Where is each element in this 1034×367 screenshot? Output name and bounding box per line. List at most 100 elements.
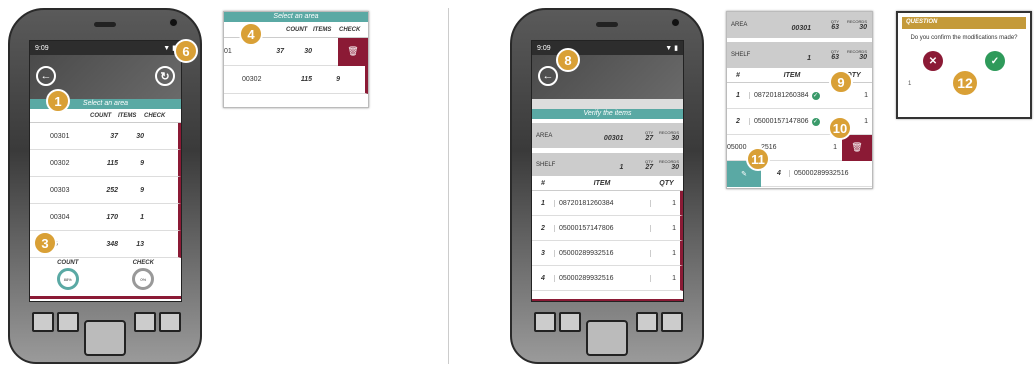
gauge-count-label: COUNT [57,260,79,266]
item-qty: 1 [650,249,680,257]
softkey[interactable] [57,312,79,332]
count-value: 170 [106,213,118,221]
items-value: 1 [140,213,144,221]
screen-title: Verify the items [532,109,683,119]
area-code: 01 [224,48,232,55]
area-value: 00301 [791,24,811,32]
softkey[interactable] [159,312,181,332]
bottom-bar [532,299,683,301]
step-badge-9: 9 [829,70,853,94]
item-number: 1 [541,199,545,207]
area-label: AREA [731,22,748,28]
shelf-records: 30 [859,54,867,61]
area-value: 00301 [603,135,624,142]
count-value: 348 [106,240,118,248]
area-summary: AREA 00301 QTY 27 RECORDS 30 [532,123,683,149]
gauge-check-label: CHECK [132,260,154,266]
trash-icon: 🗑 [851,142,863,152]
spacer [532,99,683,109]
item-number: 2 [736,118,740,125]
gauge-count-value: 88% [63,276,72,282]
left-keys [32,312,79,332]
home-key[interactable] [586,320,628,356]
right-keys [636,312,683,332]
count-value: 252 [106,186,118,194]
close-icon: ✕ [928,55,938,67]
trash-icon: 🗑 [347,46,359,56]
status-time: 9:09 [537,44,551,52]
items-value: 13 [136,240,144,248]
check-icon: ✓ [811,117,820,126]
item-code: 05000157147806 [749,118,809,125]
area-code: 00304 [50,213,70,221]
num-header: # [541,180,545,187]
softkey[interactable] [636,312,658,332]
list-item[interactable]: 00301 37 30 [30,123,181,150]
area-code: 00302 [242,76,262,83]
item-row[interactable]: 4 05000289932516 1 [532,266,683,291]
shelf-qty: 27 [645,163,654,171]
divider [448,8,449,364]
qty-header: QTY [659,180,674,187]
softkey[interactable] [534,312,556,332]
list-item[interactable]: 00303 252 9 [30,177,181,204]
softkey[interactable] [32,312,54,332]
area-label: AREA [536,132,553,139]
shelf-label: SHELF [731,52,751,58]
area-records: 30 [671,134,679,142]
refresh-button[interactable]: ↻ [155,66,175,86]
list-item[interactable]: 00302 115 9 [224,66,368,94]
items-value: 9 [140,186,144,194]
back-button[interactable]: ← [36,66,56,86]
list-item[interactable]: 00304 170 1 [30,204,181,231]
area-qty: 63 [831,24,839,31]
softkey[interactable] [559,312,581,332]
step-badge-3: 3 [33,231,57,255]
area-code: 00303 [50,186,70,194]
items-value: 9 [336,76,340,83]
check-header: CHECK [144,112,166,119]
item-row[interactable]: 1 08720181260384 1 [532,191,683,216]
item-qty: 1 [650,224,680,232]
softkey[interactable] [661,312,683,332]
right-screen: 9:09 ▼ ▮ ← Verify the items AREA 00301 Q… [531,40,684,302]
dialog-header: QUESTION [902,17,1026,29]
delete-button[interactable]: 🗑 [842,134,872,161]
items-value: 30 [304,48,312,55]
count-value: 115 [106,159,118,167]
item-code: 05000289932516 [789,170,849,177]
left-device: 9:09 ▼ ▮ ← ↻ Select an area COUNT ITEMS … [8,8,202,364]
delete-button[interactable]: 🗑 [338,37,368,66]
home-key[interactable] [84,320,126,356]
item-row[interactable]: 3 05000289932516 1 [532,241,683,266]
shelf-summary: SHELF 1 QTY 27 RECORDS 30 [532,153,683,177]
count-value: 37 [276,48,284,55]
gauges: COUNT 88% CHECK 0% [30,258,181,296]
speaker [94,22,116,27]
item-header: ITEM [593,180,611,187]
item-row[interactable]: 2 05000157147806 1 [532,216,683,241]
check-icon: ✓ [990,55,1000,67]
list-item[interactable]: 00302 115 9 [30,150,181,177]
item-code: 08720181260384 [554,199,650,207]
background-code: 1 [908,81,912,87]
area-qty: 27 [645,134,654,142]
left-screen: 9:09 ▼ ▮ ← ↻ Select an area COUNT ITEMS … [29,40,182,302]
items-header: ITEMS [313,26,332,33]
softkey[interactable] [134,312,156,332]
item-number: 3 [541,249,545,257]
header-banner: ← [532,55,683,99]
right-device: 9:09 ▼ ▮ ← Verify the items AREA 00301 Q… [510,8,704,364]
num-header: # [736,72,740,79]
confirm-button[interactable]: ✓ [985,51,1005,71]
cancel-button[interactable]: ✕ [923,51,943,71]
step-badge-10: 10 [828,116,852,140]
count-header: COUNT [90,112,112,119]
status-bar: 9:09 ▼ ▮ [30,41,181,55]
step-badge-4: 4 [239,22,263,46]
right-keys [134,312,181,332]
step-badge-12: 12 [951,69,979,97]
back-button[interactable]: ← [538,66,558,86]
item-qty: 1 [650,199,680,207]
items-value: 9 [140,159,144,167]
